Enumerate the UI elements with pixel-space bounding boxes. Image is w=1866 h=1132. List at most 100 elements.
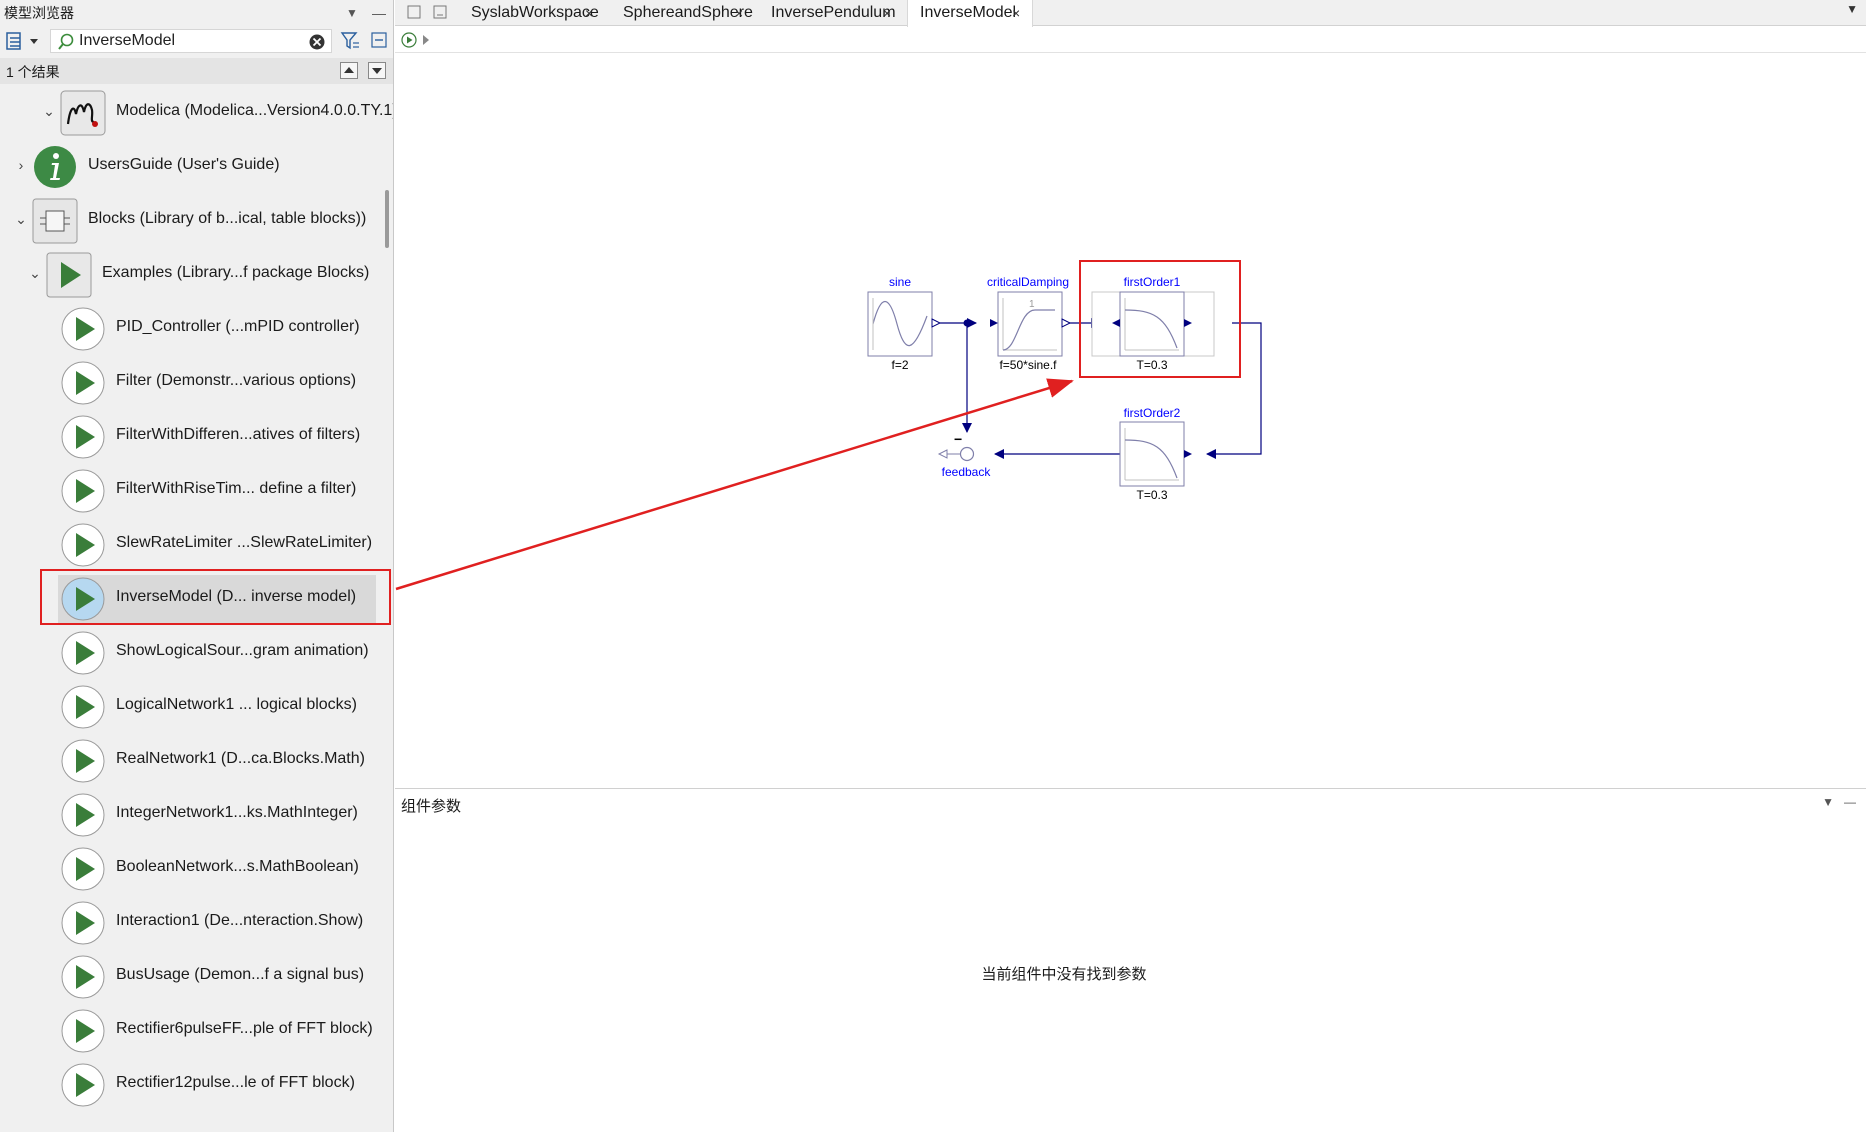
tab-inversependulum[interactable]: InversePendulum × <box>759 0 905 26</box>
parameters-panel-controls[interactable]: ▼ — <box>1822 795 1856 809</box>
modelica-logo-icon <box>60 90 106 136</box>
tab-sphereandsphere[interactable]: SphereandSphere × <box>611 0 757 26</box>
tree-item[interactable]: › UsersGuide (User's Guide) <box>0 140 378 194</box>
tab-label: InverseModel <box>920 4 1017 21</box>
expand-toolbar-icon[interactable] <box>421 34 431 46</box>
tab-inversemodel[interactable]: InverseModel × <box>907 0 1033 27</box>
block-feedback[interactable]: − feedback <box>937 431 992 479</box>
tree-item[interactable]: BusUsage (Demon...f a signal bus) <box>0 950 378 1004</box>
app-window: 模型浏览器 ▼ — InverseModel 1 个结果 ⌄ Modelica … <box>0 0 1866 1132</box>
diagram-canvas[interactable]: sine f=2 criticalDamping 1 f=50*sine.f f… <box>395 54 1866 788</box>
tab-label: SphereandSphere <box>623 4 753 21</box>
block-critical-damping-param: f=50*sine.f <box>999 358 1057 372</box>
block-critical-damping-name: criticalDamping <box>987 275 1069 289</box>
block-sine-param: f=2 <box>891 358 908 372</box>
scroll-up-button[interactable] <box>340 62 358 79</box>
collapse-toggle-icon[interactable]: ⌄ <box>14 211 28 231</box>
collapse-toggle-icon[interactable]: ⌄ <box>28 265 42 285</box>
diagram-toolbar <box>395 27 1866 53</box>
examples-play-icon <box>46 252 92 298</box>
panel-header: 模型浏览器 ▼ — <box>0 0 393 26</box>
tree-item[interactable]: ⌄ Blocks (Library of b...ical, table bloc… <box>0 194 378 248</box>
block-sine[interactable]: sine f=2 <box>867 275 942 372</box>
tree-item[interactable]: ShowLogicalSour...gram animation) <box>0 626 378 680</box>
filter-icon[interactable] <box>340 31 360 51</box>
result-bar: 1 个结果 <box>0 58 393 84</box>
tab-close-icon[interactable]: × <box>585 0 593 26</box>
tab-label: InversePendulum <box>771 4 896 21</box>
scroll-down-button[interactable] <box>368 62 386 79</box>
arrow-up-icon <box>344 67 354 73</box>
block-first-order-2-name: firstOrder2 <box>1124 406 1181 420</box>
tree-item[interactable]: FilterWithDifferen...atives of filters) <box>0 410 378 464</box>
block-first-order-1-param: T=0.3 <box>1136 358 1167 372</box>
scrollbar-thumb[interactable] <box>385 190 389 248</box>
tree-item[interactable]: ⌄ Modelica (Modelica...Version4.0.0.TY.1) <box>0 86 393 140</box>
tree-scrollbar[interactable] <box>382 86 392 1132</box>
expand-toggle-icon[interactable]: › <box>14 157 28 177</box>
tree-item-label: Filter (Demonstr...various options) <box>116 372 357 389</box>
play-icon <box>60 900 106 946</box>
tree-item-label: LogicalNetwork1 ... logical blocks) <box>116 696 357 713</box>
play-icon <box>60 630 106 676</box>
tree-item-label: Rectifier12pulse...le of FFT block) <box>116 1074 355 1091</box>
clear-search-icon[interactable] <box>308 33 326 51</box>
tab-list-icon[interactable] <box>433 5 447 19</box>
tab-close-icon[interactable]: × <box>1012 0 1020 26</box>
tree-item-label: Blocks (Library of b...ical, table block… <box>88 210 367 227</box>
tree-item[interactable]: LogicalNetwork1 ... logical blocks) <box>0 680 378 734</box>
tree-item[interactable]: BooleanNetwork...s.MathBoolean) <box>0 842 378 896</box>
search-box <box>50 29 332 53</box>
tree-item-label: BooleanNetwork...s.MathBoolean) <box>116 858 359 875</box>
collapse-all-icon[interactable] <box>370 31 388 49</box>
tab-label: SyslabWorkspace <box>471 4 599 21</box>
play-icon <box>60 1062 106 1108</box>
tab-close-icon[interactable]: × <box>883 0 891 26</box>
search-icon <box>58 33 74 50</box>
block-first-order-1-name: firstOrder1 <box>1124 275 1181 289</box>
play-icon <box>60 846 106 892</box>
block-critical-damping[interactable]: criticalDamping 1 f=50*sine.f <box>987 275 1072 372</box>
model-browser-panel: 模型浏览器 ▼ — InverseModel 1 个结果 ⌄ Modelica … <box>0 0 394 1132</box>
tree-item[interactable]: SlewRateLimiter ...SlewRateLimiter) <box>0 518 378 572</box>
tree-item-label: SlewRateLimiter ...SlewRateLimiter) <box>116 534 373 551</box>
tree-item[interactable]: Interaction1 (De...nteraction.Show) <box>0 896 378 950</box>
tree-item[interactable]: Rectifier6pulseFF...ple of FFT block) <box>0 1004 378 1058</box>
tab-syslabworkspace[interactable]: SyslabWorkspace × <box>459 0 607 26</box>
collapse-toggle-icon[interactable]: ⌄ <box>42 103 56 123</box>
view-mode-button[interactable] <box>4 30 44 52</box>
block-feedback-sign: − <box>954 431 962 447</box>
tree-item[interactable]: RealNetwork1 (D...ca.Blocks.Math) <box>0 734 378 788</box>
diagram: sine f=2 criticalDamping 1 f=50*sine.f f… <box>867 260 1262 502</box>
panel-menu-icon[interactable]: ▼ <box>346 0 358 26</box>
tree-item[interactable]: ⌄ Examples (Library...f package Blocks) <box>0 248 378 302</box>
search-input[interactable] <box>79 31 303 51</box>
play-icon <box>60 738 106 784</box>
panel-minimize-icon[interactable]: — <box>372 0 386 26</box>
search-row <box>0 26 393 56</box>
tree-item[interactable]: Rectifier12pulse...le of FFT block) <box>0 1058 378 1112</box>
play-icon <box>60 684 106 730</box>
new-window-icon[interactable] <box>407 5 421 19</box>
list-view-icon <box>6 32 38 50</box>
panel-title: 模型浏览器 <box>4 5 74 21</box>
arrow-down-icon <box>372 68 382 74</box>
tree-item[interactable]: Filter (Demonstr...various options) <box>0 356 378 410</box>
block-first-order-2-param: T=0.3 <box>1136 488 1167 502</box>
tree-item[interactable]: PID_Controller (...mPID controller) <box>0 302 378 356</box>
play-icon <box>60 1008 106 1054</box>
selected-item-highlight <box>40 569 391 625</box>
run-icon[interactable] <box>401 32 417 48</box>
tree-item-label: Modelica (Modelica...Version4.0.0.TY.1) <box>116 102 394 119</box>
parameters-title: 组件参数 <box>401 798 462 815</box>
tab-close-icon[interactable]: × <box>735 0 743 26</box>
block-first-order-2[interactable]: firstOrder2 T=0.3 <box>1119 406 1192 502</box>
block-first-order-1[interactable]: firstOrder1 T=0.3 <box>1091 275 1215 372</box>
tree-item[interactable]: FilterWithRiseTim... define a filter) <box>0 464 378 518</box>
block-critical-damping-glyph: 1 <box>1029 299 1035 310</box>
block-feedback-name: feedback <box>942 465 992 479</box>
tree-item[interactable]: IntegerNetwork1...ks.MathInteger) <box>0 788 378 842</box>
tab-menu-icon[interactable]: ▼ <box>1846 2 1858 16</box>
play-icon <box>60 306 106 352</box>
blocks-package-icon <box>32 198 78 244</box>
